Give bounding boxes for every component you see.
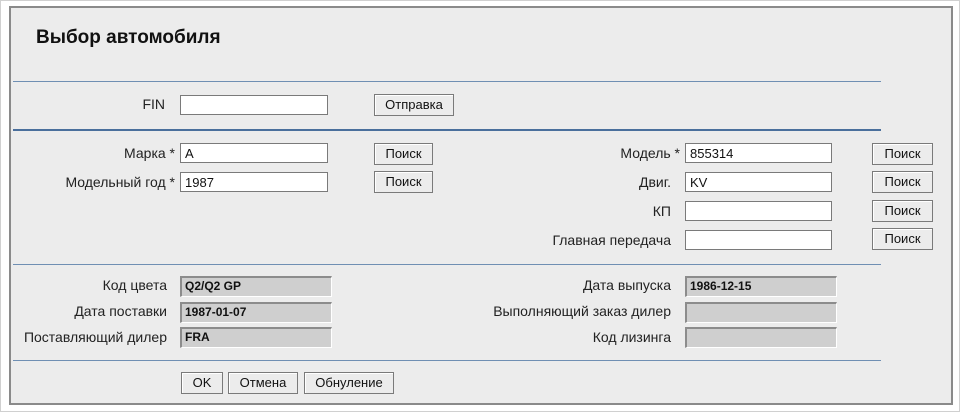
model-year-label: Модельный год * [65,174,175,190]
final-drive-input[interactable] [685,230,832,250]
supplying-dealer-label: Поставляющий дилер [23,329,167,345]
cancel-button[interactable]: Отмена [228,372,298,394]
ok-button[interactable]: OK [181,372,223,394]
make-input[interactable] [180,143,328,163]
engine-input[interactable] [685,172,832,192]
fin-input[interactable] [180,95,328,115]
release-date-label: Дата выпуска [582,277,671,293]
transmission-input[interactable] [685,201,832,221]
model-input[interactable] [685,143,832,163]
transmission-search-button[interactable]: Поиск [872,200,933,222]
release-date-field: 1986-12-15 [685,276,837,297]
ordering-dealer-label: Выполняющий заказ дилер [493,303,671,319]
make-label: Марка * [124,145,175,161]
divider [13,360,881,361]
submit-button[interactable]: Отправка [374,94,454,116]
model-label: Модель * [620,145,680,161]
final-drive-search-button[interactable]: Поиск [872,228,933,250]
model-search-button[interactable]: Поиск [872,143,933,165]
model-year-input[interactable] [180,172,328,192]
make-search-button[interactable]: Поиск [374,143,433,165]
reset-button[interactable]: Обнуление [304,372,394,394]
leasing-code-field [685,327,837,348]
model-year-search-button[interactable]: Поиск [374,171,433,193]
color-code-label: Код цвета [102,277,167,293]
divider [13,81,881,82]
supplying-dealer-field: FRA [180,327,332,348]
engine-search-button[interactable]: Поиск [872,171,933,193]
final-drive-label: Главная передача [552,232,671,248]
engine-label: Двиг. [638,174,671,190]
leasing-code-label: Код лизинга [592,329,671,345]
ordering-dealer-field [685,302,837,323]
transmission-label: КП [652,203,671,219]
divider [13,129,881,131]
color-code-field: Q2/Q2 GP [180,276,332,297]
delivery-date-field: 1987-01-07 [180,302,332,323]
fin-label: FIN [142,96,165,112]
divider [13,264,881,265]
delivery-date-label: Дата поставки [74,303,167,319]
page-title: Выбор автомобиля [36,27,221,48]
